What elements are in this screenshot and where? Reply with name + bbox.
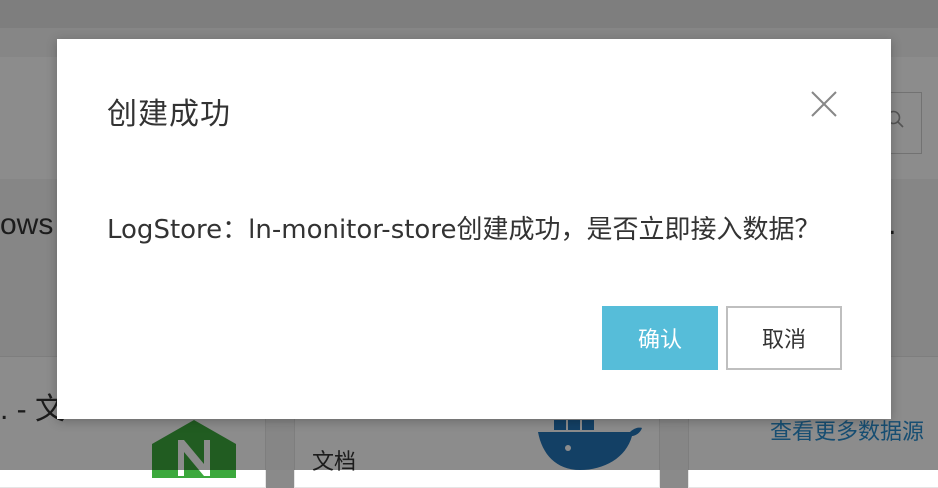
cancel-button[interactable]: 取消 [726, 306, 842, 370]
close-icon[interactable] [809, 89, 839, 119]
dialog-message: LogStore：ln-monitor-store创建成功，是否立即接入数据？ [107, 215, 821, 245]
success-dialog: 创建成功 LogStore：ln-monitor-store创建成功，是否立即接… [57, 39, 891, 419]
dialog-title: 创建成功 [107, 97, 231, 132]
confirm-button[interactable]: 确认 [602, 306, 718, 370]
